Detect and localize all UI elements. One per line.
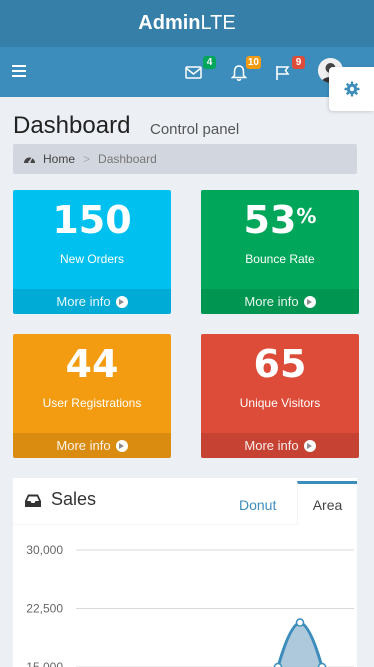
logo-bold: Admin bbox=[138, 12, 201, 34]
bounce-rate-label: Bounce Rate bbox=[245, 252, 315, 266]
tab-donut[interactable]: Donut bbox=[239, 497, 276, 513]
chart-area-series bbox=[275, 621, 325, 667]
chart-y-tick-label: 22,500 bbox=[26, 602, 63, 616]
gear-icon bbox=[344, 81, 359, 97]
arrow-circle-right-icon bbox=[115, 295, 128, 308]
inbox-icon bbox=[25, 494, 41, 507]
flag-icon bbox=[276, 66, 290, 80]
arrow-circle-right-icon bbox=[115, 439, 128, 452]
user-registrations-more-info[interactable]: More info bbox=[13, 433, 171, 458]
chart-y-tick-label: 30,000 bbox=[26, 543, 63, 557]
logo-rest: LTE bbox=[200, 12, 236, 34]
sales-title: Sales bbox=[51, 489, 97, 509]
chart-point[interactable] bbox=[295, 618, 305, 627]
arrow-circle-right-icon bbox=[303, 295, 316, 308]
unique-visitors-box: 65 Unique Visitors More info bbox=[201, 334, 359, 458]
messages-menu[interactable]: 4 bbox=[184, 56, 216, 85]
chart-y-tick-label: 15,000 bbox=[26, 660, 63, 667]
sales-chart: 30,000 22,500 15,000 bbox=[26, 543, 354, 667]
bounce-rate-value: 53% bbox=[243, 198, 317, 242]
new-orders-box: 150 New Orders More info bbox=[13, 190, 171, 314]
tasks-menu[interactable]: 9 bbox=[273, 56, 305, 85]
breadcrumb-home[interactable]: Home bbox=[23, 152, 75, 166]
new-orders-more-info[interactable]: More info bbox=[13, 289, 171, 314]
tasks-badge: 9 bbox=[292, 56, 305, 69]
page-title: Dashboard bbox=[13, 112, 131, 139]
user-registrations-value: 44 bbox=[65, 342, 119, 386]
chart-point[interactable] bbox=[317, 662, 327, 667]
breadcrumb-current: Dashboard bbox=[98, 152, 157, 166]
unique-visitors-value: 65 bbox=[253, 342, 307, 386]
page-subtitle: Control panel bbox=[150, 121, 240, 138]
breadcrumb-home-label: Home bbox=[43, 152, 76, 166]
chart-point[interactable] bbox=[273, 662, 283, 667]
user-registrations-box: 44 User Registrations More info bbox=[13, 334, 171, 458]
envelope-icon bbox=[185, 66, 202, 79]
breadcrumb-separator: > bbox=[83, 152, 91, 166]
hamburger-icon[interactable] bbox=[12, 65, 26, 77]
sales-box: Sales Donut Area 30,000 22,500 15,000 bbox=[13, 478, 357, 667]
user-registrations-label: User Registrations bbox=[42, 396, 142, 410]
arrow-circle-right-icon bbox=[303, 439, 316, 452]
notifications-menu[interactable]: 10 bbox=[229, 56, 261, 85]
unique-visitors-more-info[interactable]: More info bbox=[201, 433, 359, 458]
breadcrumb: Home > Dashboard bbox=[13, 144, 357, 174]
bounce-rate-more-info[interactable]: More info bbox=[201, 289, 359, 314]
messages-badge: 4 bbox=[203, 56, 216, 69]
new-orders-label: New Orders bbox=[59, 252, 124, 266]
notifications-badge: 10 bbox=[245, 56, 261, 69]
new-orders-value: 150 bbox=[52, 198, 132, 242]
dashboard-icon bbox=[24, 157, 35, 163]
settings-button[interactable] bbox=[329, 67, 374, 111]
unique-visitors-label: Unique Visitors bbox=[239, 396, 321, 410]
tab-area[interactable]: Area bbox=[297, 481, 357, 525]
logo[interactable]: Admin LTE bbox=[0, 0, 374, 47]
bounce-rate-box: 53% Bounce Rate More info bbox=[201, 190, 359, 314]
sales-header: Sales Donut Area bbox=[13, 481, 357, 525]
